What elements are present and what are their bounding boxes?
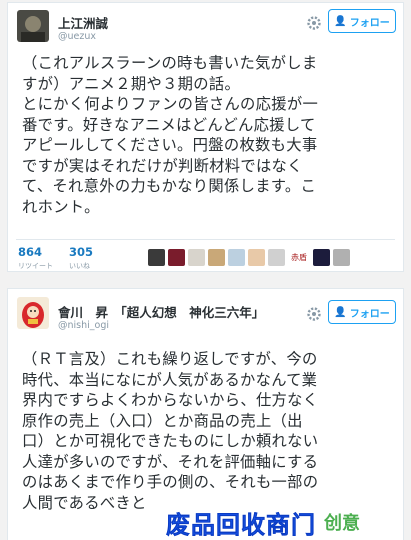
tweet-stats: 864 リツイート 305 いいね — [18, 245, 93, 271]
liker-avatars: 赤盾 — [148, 249, 350, 266]
liker-avatar[interactable] — [313, 249, 330, 266]
liker-avatar[interactable] — [188, 249, 205, 266]
liker-avatar[interactable] — [248, 249, 265, 266]
retweet-stat[interactable]: 864 リツイート — [18, 245, 53, 271]
divider — [16, 239, 395, 240]
liker-avatar[interactable] — [208, 249, 225, 266]
liker-avatar[interactable] — [168, 249, 185, 266]
watermark-main: 废品回收商门 — [166, 510, 316, 539]
text-line: （これアルスラーンの時も書いた気がしま — [22, 54, 318, 72]
follow-button[interactable]: 👤 フォロー — [328, 9, 396, 33]
text-line: 口）とか可視化できたものにしか頼れない — [22, 432, 319, 450]
follow-label: フォロー — [349, 308, 390, 320]
like-label: いいね — [69, 262, 90, 270]
author-name[interactable]: 會川 昇 「超人幻想 神化三六年」 — [58, 302, 264, 321]
tweet-text: （ＲＴ言及）これも繰り返しですが、今の 時代、本当になにが人気があるかなんて業 … — [22, 349, 398, 513]
text-line: れホント。 — [22, 197, 100, 216]
add-user-icon: 👤 — [334, 306, 347, 318]
add-user-icon: 👤 — [334, 15, 347, 27]
retweet-count: 864 — [18, 245, 43, 259]
text-line: 人達が多いのですが、それを評価軸にする — [22, 452, 319, 471]
like-count: 305 — [69, 245, 94, 259]
liker-avatar[interactable]: 赤盾 — [288, 249, 310, 266]
author-name[interactable]: 上江洲誠 — [58, 13, 108, 32]
follow-label: フォロー — [349, 17, 390, 29]
watermark-sub: 创意 — [324, 513, 360, 534]
text-line: 番です。好きなアニメはどんどん応援して — [22, 115, 316, 134]
gear-icon[interactable] — [306, 15, 322, 31]
text-line: 時代、本当になにが人気があるかなんて業 — [22, 370, 318, 389]
liker-avatar[interactable] — [148, 249, 165, 266]
text-line: （ＲＴ言及）これも繰り返しですが、今の — [22, 350, 318, 368]
text-line: のはあくまで作り手の側の、それも一部の — [22, 473, 319, 491]
author-handle[interactable]: @uezux — [58, 31, 96, 42]
avatar[interactable] — [17, 10, 49, 42]
tweet-card: 上江洲誠 @uezux 👤 フォロー （これアルスラーンの時も書いた気がしま す… — [7, 2, 404, 272]
like-stat[interactable]: 305 いいね — [69, 245, 93, 271]
retweet-label: リツイート — [18, 262, 53, 270]
text-line: て、それ意外の力もかなり関係します。こ — [22, 177, 317, 195]
text-line: すが）アニメ２期や３期の話。 — [22, 74, 241, 93]
text-line: ですが実はそれだけが判断材料ではなく — [22, 156, 303, 175]
text-line: 界内ですらよくわからないから、仕方なく — [22, 391, 319, 409]
liker-avatar[interactable] — [228, 249, 245, 266]
liker-avatar[interactable] — [268, 249, 285, 266]
gear-icon[interactable] — [306, 306, 322, 322]
tweet-text: （これアルスラーンの時も書いた気がしま すが）アニメ２期や３期の話。 とにかく何… — [22, 53, 398, 217]
author-handle[interactable]: @nishi_ogi — [58, 320, 109, 331]
tweet-card: 會川 昇 「超人幻想 神化三六年」 @nishi_ogi 👤 フォロー （ＲＴ言… — [7, 288, 404, 540]
liker-avatar[interactable] — [333, 249, 350, 266]
text-line: アピールしてください。円盤の枚数も大事 — [22, 136, 318, 154]
watermark: 废品回收商门 创意 — [166, 506, 360, 539]
follow-button[interactable]: 👤 フォロー — [328, 300, 396, 324]
text-line: 原作の売上（入口）とか商品の売上（出 — [22, 411, 303, 430]
avatar[interactable] — [17, 297, 49, 329]
text-line: とにかく何よりファンの皆さんの応援が一 — [22, 95, 319, 113]
